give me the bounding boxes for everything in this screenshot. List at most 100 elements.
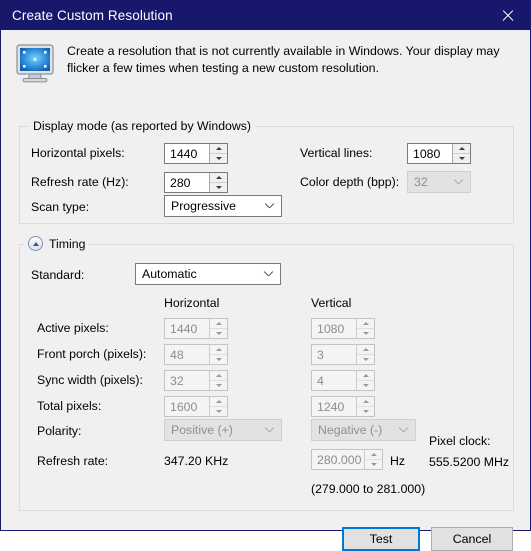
cancel-button-label: Cancel bbox=[452, 532, 492, 546]
polarity-horizontal-select[interactable]: Positive (+) bbox=[164, 419, 282, 441]
front-porch-vertical-input[interactable]: 3 bbox=[311, 344, 375, 365]
chevron-down-icon bbox=[257, 426, 281, 434]
active-pixels-horizontal-value: 1440 bbox=[170, 321, 198, 336]
arrow-down-icon bbox=[215, 410, 222, 413]
total-pixels-vertical-spinner[interactable] bbox=[356, 397, 374, 416]
front-porch-horizontal-spinner-down[interactable] bbox=[210, 355, 227, 364]
total-pixels-vertical-spinner-up[interactable] bbox=[357, 397, 374, 407]
polarity-vertical-value: Negative (-) bbox=[318, 423, 383, 437]
front-porch-vertical-spinner-down[interactable] bbox=[357, 355, 374, 364]
intro-text: Create a resolution that is not currentl… bbox=[67, 44, 500, 75]
close-icon bbox=[501, 9, 514, 22]
active-pixels-label: Active pixels: bbox=[37, 321, 109, 335]
create-custom-resolution-dialog: Create Custom Resolution Create a resolu… bbox=[0, 0, 531, 551]
arrow-down-icon bbox=[215, 332, 222, 335]
total-pixels-horizontal-spinner-up[interactable] bbox=[210, 397, 227, 407]
arrow-down-icon bbox=[362, 384, 369, 387]
total-pixels-vertical-spinner-down[interactable] bbox=[357, 407, 374, 416]
horizontal-pixels-value: 1440 bbox=[170, 146, 198, 161]
front-porch-horizontal-spinner[interactable] bbox=[209, 345, 227, 364]
test-button-label: Test bbox=[369, 532, 393, 546]
front-porch-vertical-spinner[interactable] bbox=[356, 345, 374, 364]
horizontal-pixels-spinner-up[interactable] bbox=[210, 144, 227, 154]
refresh-rate-hz-label: Refresh rate (Hz): bbox=[31, 175, 129, 189]
polarity-vertical-select[interactable]: Negative (-) bbox=[311, 419, 416, 441]
vertical-lines-spinner[interactable] bbox=[452, 144, 470, 163]
refresh-rate-hz-spinner-up[interactable] bbox=[210, 173, 227, 183]
active-pixels-horizontal-spinner-down[interactable] bbox=[210, 329, 227, 338]
color-depth-value: 32 bbox=[414, 175, 428, 189]
active-pixels-vertical-spinner-down[interactable] bbox=[357, 329, 374, 338]
front-porch-horizontal-input[interactable]: 48 bbox=[164, 344, 228, 365]
active-pixels-horizontal-spinner-up[interactable] bbox=[210, 319, 227, 329]
sync-width-horizontal-input[interactable]: 32 bbox=[164, 370, 228, 391]
arrow-up-icon bbox=[215, 374, 222, 377]
horizontal-pixels-spinner[interactable] bbox=[209, 144, 227, 163]
timing-refresh-rate-vertical-value: 280.000 bbox=[317, 452, 362, 467]
arrow-up-icon bbox=[215, 147, 222, 150]
total-pixels-vertical-input[interactable]: 1240 bbox=[311, 396, 375, 417]
sync-width-vertical-spinner-down[interactable] bbox=[357, 381, 374, 390]
arrow-up-icon bbox=[370, 453, 377, 456]
monitor-icon bbox=[15, 44, 59, 84]
chevron-down-icon bbox=[257, 202, 281, 210]
chevron-up-icon[interactable] bbox=[28, 236, 43, 251]
front-porch-horizontal-spinner-up[interactable] bbox=[210, 345, 227, 355]
scan-type-select[interactable]: Progressive bbox=[164, 195, 282, 217]
arrow-up-icon bbox=[362, 348, 369, 351]
timing-refresh-rate-vertical-spinner[interactable] bbox=[364, 450, 382, 469]
front-porch-vertical-spinner-up[interactable] bbox=[357, 345, 374, 355]
timing-refresh-rate-label: Refresh rate: bbox=[37, 454, 109, 468]
display-mode-legend: Display mode (as reported by Windows) bbox=[29, 119, 256, 133]
sync-width-label: Sync width (pixels): bbox=[37, 373, 143, 387]
front-porch-label: Front porch (pixels): bbox=[37, 347, 147, 361]
refresh-rate-hz-spinner[interactable] bbox=[209, 173, 227, 192]
arrow-up-icon bbox=[215, 348, 222, 351]
horizontal-pixels-input[interactable]: 1440 bbox=[164, 143, 228, 164]
sync-width-horizontal-spinner-down[interactable] bbox=[210, 381, 227, 390]
front-porch-vertical-value: 3 bbox=[317, 347, 324, 362]
total-pixels-label: Total pixels: bbox=[37, 399, 102, 413]
scan-type-label: Scan type: bbox=[31, 200, 90, 214]
active-pixels-vertical-spinner-up[interactable] bbox=[357, 319, 374, 329]
close-button[interactable] bbox=[485, 1, 530, 30]
total-pixels-horizontal-spinner[interactable] bbox=[209, 397, 227, 416]
timing-refresh-rate-horizontal-value: 347.20 KHz bbox=[164, 454, 229, 468]
timing-refresh-rate-vertical-spinner-up[interactable] bbox=[365, 450, 382, 460]
horizontal-pixels-spinner-down[interactable] bbox=[210, 154, 227, 163]
arrow-down-icon bbox=[362, 332, 369, 335]
refresh-rate-hz-value: 280 bbox=[170, 175, 191, 190]
sync-width-horizontal-spinner[interactable] bbox=[209, 371, 227, 390]
total-pixels-horizontal-spinner-down[interactable] bbox=[210, 407, 227, 416]
vertical-lines-spinner-up[interactable] bbox=[453, 144, 470, 154]
timing-refresh-rate-vertical-input[interactable]: 280.000 bbox=[311, 449, 383, 470]
refresh-rate-hz-input[interactable]: 280 bbox=[164, 172, 228, 193]
active-pixels-horizontal-input[interactable]: 1440 bbox=[164, 318, 228, 339]
arrow-up-icon bbox=[215, 400, 222, 403]
timing-refresh-rate-vertical-spinner-down[interactable] bbox=[365, 460, 382, 469]
timing-refresh-rate-unit: Hz bbox=[390, 454, 406, 468]
sync-width-vertical-spinner[interactable] bbox=[356, 371, 374, 390]
sync-width-vertical-spinner-up[interactable] bbox=[357, 371, 374, 381]
polarity-label: Polarity: bbox=[37, 424, 82, 438]
active-pixels-horizontal-spinner[interactable] bbox=[209, 319, 227, 338]
arrow-down-icon bbox=[215, 186, 222, 189]
color-depth-select[interactable]: 32 bbox=[407, 171, 471, 193]
vertical-lines-spinner-down[interactable] bbox=[453, 154, 470, 163]
standard-select[interactable]: Automatic bbox=[135, 263, 281, 285]
vertical-lines-input[interactable]: 1080 bbox=[407, 143, 471, 164]
chevron-down-icon bbox=[391, 426, 415, 434]
total-pixels-horizontal-input[interactable]: 1600 bbox=[164, 396, 228, 417]
refresh-rate-hz-spinner-down[interactable] bbox=[210, 183, 227, 192]
sync-width-vertical-input[interactable]: 4 bbox=[311, 370, 375, 391]
color-depth-label: Color depth (bpp): bbox=[300, 175, 400, 189]
arrow-down-icon bbox=[362, 358, 369, 361]
arrow-down-icon bbox=[362, 410, 369, 413]
total-pixels-vertical-value: 1240 bbox=[317, 399, 345, 414]
sync-width-horizontal-spinner-up[interactable] bbox=[210, 371, 227, 381]
active-pixels-vertical-input[interactable]: 1080 bbox=[311, 318, 375, 339]
active-pixels-vertical-value: 1080 bbox=[317, 321, 345, 336]
active-pixels-vertical-spinner[interactable] bbox=[356, 319, 374, 338]
arrow-down-icon bbox=[215, 384, 222, 387]
timing-legend: Timing bbox=[24, 236, 90, 251]
